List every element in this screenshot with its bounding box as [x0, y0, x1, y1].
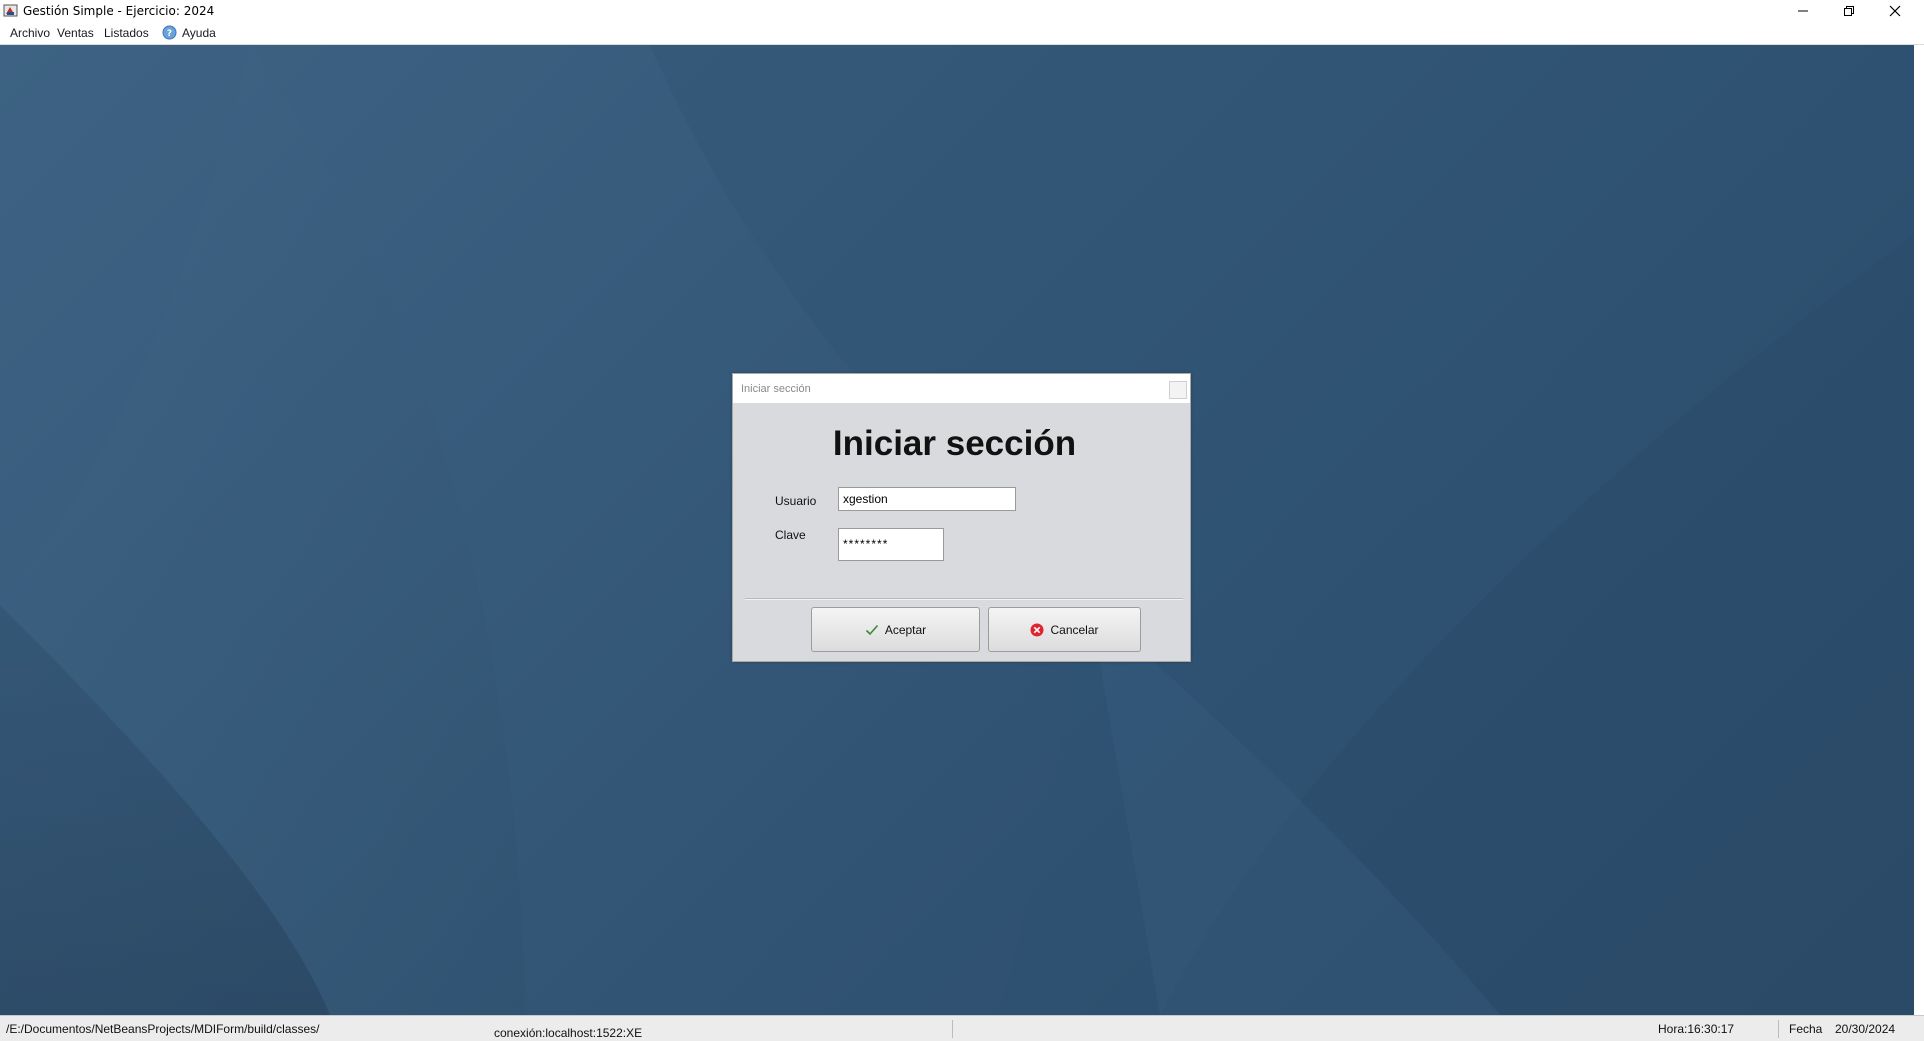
cancelar-button[interactable]: Cancelar — [988, 607, 1141, 652]
dialog-title-bar[interactable]: Iniciar sección — [733, 374, 1190, 403]
svg-text:?: ? — [167, 29, 172, 39]
status-path: /E:/Documentos/NetBeansProjects/MDIForm/… — [6, 1022, 320, 1036]
menu-archivo[interactable]: Archivo — [10, 26, 50, 40]
clave-label: Clave — [775, 528, 806, 542]
aceptar-button[interactable]: Aceptar — [811, 607, 980, 652]
dialog-title: Iniciar sección — [741, 383, 811, 395]
cancelar-label: Cancelar — [1050, 622, 1099, 637]
dialog-heading: Iniciar sección — [832, 424, 1077, 463]
menu-listados[interactable]: Listados — [104, 26, 149, 40]
desktop-scroll-edge — [1914, 45, 1924, 1015]
minimize-button[interactable] — [1780, 0, 1826, 22]
minimize-icon — [1798, 10, 1808, 12]
dialog-separator — [745, 598, 1183, 600]
cancel-icon — [1030, 623, 1044, 636]
login-dialog: Iniciar sección Iniciar sección Usuario … — [732, 373, 1191, 662]
check-icon — [865, 624, 878, 635]
title-bar[interactable]: Gestión Simple - Ejercicio: 2024 — [0, 0, 1924, 22]
app-icon — [3, 3, 18, 18]
help-icon[interactable]: ? — [162, 25, 177, 40]
status-date-value: 20/30/2024 — [1835, 1022, 1896, 1036]
status-connection: conexión:localhost:1522:XE — [494, 1026, 643, 1040]
menu-ayuda[interactable]: Ayuda — [182, 26, 216, 40]
usuario-input[interactable]: xgestion — [838, 487, 1016, 511]
menu-bar: Archivo Ventas Listados Ayuda — [0, 22, 1924, 45]
clave-password-input[interactable]: ******** — [838, 528, 944, 561]
status-separator — [1778, 1020, 1779, 1038]
aceptar-label: Aceptar — [884, 622, 927, 637]
usuario-label: Usuario — [775, 494, 817, 508]
restore-icon — [1844, 6, 1854, 16]
status-date-label: Fecha — [1789, 1022, 1823, 1036]
status-separator — [952, 1020, 953, 1038]
main-window: Gestión Simple - Ejercicio: 2024 Archivo… — [0, 0, 1924, 1041]
restore-button[interactable] — [1826, 0, 1872, 22]
dialog-close-button[interactable] — [1169, 381, 1187, 399]
status-bar: /E:/Documentos/NetBeansProjects/MDIForm/… — [0, 1015, 1924, 1041]
status-time: Hora:16:30:17 — [1658, 1022, 1735, 1036]
close-icon — [1889, 5, 1901, 17]
close-button[interactable] — [1872, 0, 1918, 22]
menu-ventas[interactable]: Ventas — [57, 26, 94, 40]
window-title: Gestión Simple - Ejercicio: 2024 — [23, 4, 215, 18]
